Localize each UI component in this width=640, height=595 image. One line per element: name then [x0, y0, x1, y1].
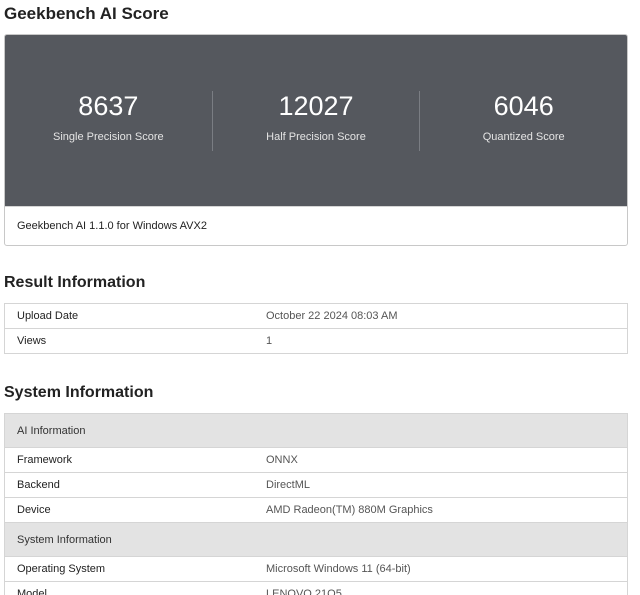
- row-value: Microsoft Windows 11 (64-bit): [266, 556, 628, 582]
- group-heading-row: AI Information: [4, 413, 628, 448]
- score-label: Single Precision Score: [53, 130, 164, 143]
- row-key: Device: [4, 497, 266, 523]
- row-key: Upload Date: [4, 303, 266, 329]
- table-row: Backend DirectML: [4, 472, 628, 498]
- half-precision-score: 12027 Half Precision Score: [211, 90, 420, 151]
- row-key: Operating System: [4, 556, 266, 582]
- score-value: 6046: [493, 90, 554, 121]
- result-information-table: Upload Date October 22 2024 08:03 AM Vie…: [4, 303, 628, 354]
- page: Geekbench AI Score 8637 Single Precision…: [0, 0, 640, 595]
- row-value: October 22 2024 08:03 AM: [266, 303, 628, 329]
- single-precision-score: 8637 Single Precision Score: [5, 91, 212, 151]
- table-row: Model LENOVO 21Q5: [4, 581, 628, 595]
- table-row: Operating System Microsoft Windows 11 (6…: [4, 556, 628, 582]
- group-heading: AI Information: [4, 413, 628, 448]
- result-information-title: Result Information: [4, 274, 146, 291]
- row-key: Framework: [4, 447, 266, 473]
- system-information-title: System Information: [4, 384, 154, 401]
- row-key: Model: [4, 581, 266, 595]
- score-label: Quantized Score: [482, 130, 565, 143]
- benchmark-version: Geekbench AI 1.1.0 for Windows AVX2: [5, 206, 627, 245]
- page-title: Geekbench AI Score: [4, 4, 169, 23]
- system-information-table: AI Information Framework ONNX Backend Di…: [4, 413, 628, 595]
- row-value: 1: [266, 328, 628, 354]
- score-value: 12027: [278, 90, 354, 121]
- row-value: AMD Radeon(TM) 880M Graphics: [266, 497, 628, 523]
- score-card: 8637 Single Precision Score 12027 Half P…: [4, 34, 628, 246]
- table-row: Framework ONNX: [4, 447, 628, 473]
- score-value: 8637: [78, 90, 139, 121]
- quantized-score: 6046 Quantized Score: [419, 90, 627, 151]
- table-row: Upload Date October 22 2024 08:03 AM: [4, 303, 628, 329]
- score-panel: 8637 Single Precision Score 12027 Half P…: [5, 35, 627, 206]
- row-key: Views: [4, 328, 266, 354]
- row-key: Backend: [4, 472, 266, 498]
- row-value: ONNX: [266, 447, 628, 473]
- group-heading-row: System Information: [4, 522, 628, 557]
- row-value: DirectML: [266, 472, 628, 498]
- row-value: LENOVO 21Q5: [266, 581, 628, 595]
- table-row: Views 1: [4, 328, 628, 354]
- score-label: Half Precision Score: [266, 130, 366, 143]
- table-row: Device AMD Radeon(TM) 880M Graphics: [4, 497, 628, 523]
- group-heading: System Information: [4, 522, 628, 557]
